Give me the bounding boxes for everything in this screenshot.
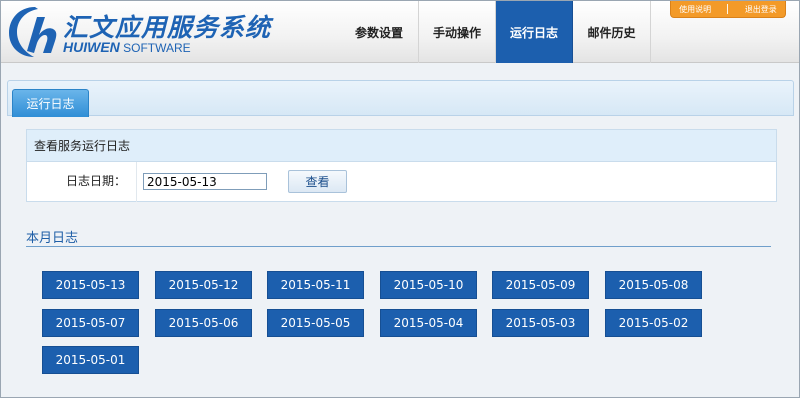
nav-run-log[interactable]: 运行日志 (496, 1, 573, 63)
date-input[interactable] (143, 173, 267, 190)
log-date-button[interactable]: 2015-05-13 (42, 271, 139, 299)
log-date-button[interactable]: 2015-05-02 (605, 309, 702, 337)
log-date-button[interactable]: 2015-05-04 (380, 309, 477, 337)
header: 汇文应用服务系统 HUIWEN SOFTWARE 参数设置 手动操作 运行日志 … (1, 1, 799, 63)
app-window: 汇文应用服务系统 HUIWEN SOFTWARE 参数设置 手动操作 运行日志 … (0, 0, 800, 398)
utility-bar: 使用说明 退出登录 (670, 1, 786, 18)
top-nav: 参数设置 手动操作 运行日志 邮件历史 (340, 1, 651, 63)
log-date-button[interactable]: 2015-05-01 (42, 346, 139, 374)
month-log-title: 本月日志 (26, 227, 771, 247)
nav-manual[interactable]: 手动操作 (419, 1, 496, 63)
log-date-button[interactable]: 2015-05-07 (42, 309, 139, 337)
query-panel-title: 查看服务运行日志 (27, 130, 776, 162)
logout-link[interactable]: 退出登录 (745, 4, 777, 15)
log-date-button[interactable]: 2015-05-09 (492, 271, 589, 299)
tab-run-log[interactable]: 运行日志 (12, 89, 89, 117)
date-label: 日志日期： (27, 162, 137, 202)
query-panel: 查看服务运行日志 日志日期： 查看 (26, 129, 777, 202)
log-date-button[interactable]: 2015-05-11 (267, 271, 364, 299)
query-row: 日志日期： 查看 (27, 162, 776, 202)
tab-strip: 运行日志 (7, 80, 794, 117)
nav-params[interactable]: 参数设置 (340, 1, 419, 63)
brand-suffix: SOFTWARE (123, 41, 191, 55)
nav-mail-history[interactable]: 邮件历史 (573, 1, 651, 63)
help-link[interactable]: 使用说明 (679, 4, 711, 15)
brand-name: HUIWEN (63, 39, 120, 55)
brand-subtitle: HUIWEN SOFTWARE (63, 39, 191, 55)
view-button[interactable]: 查看 (288, 170, 347, 193)
main-content: 运行日志 查看服务运行日志 日志日期： 查看 本月日志 2015-05-13 2… (7, 80, 794, 390)
huiwen-logo-icon (9, 7, 57, 57)
log-date-button[interactable]: 2015-05-06 (155, 309, 252, 337)
log-date-button[interactable]: 2015-05-10 (380, 271, 477, 299)
log-date-button[interactable]: 2015-05-12 (155, 271, 252, 299)
utility-divider (727, 4, 729, 14)
log-date-button[interactable]: 2015-05-03 (492, 309, 589, 337)
log-date-button[interactable]: 2015-05-05 (267, 309, 364, 337)
log-date-button[interactable]: 2015-05-08 (605, 271, 702, 299)
